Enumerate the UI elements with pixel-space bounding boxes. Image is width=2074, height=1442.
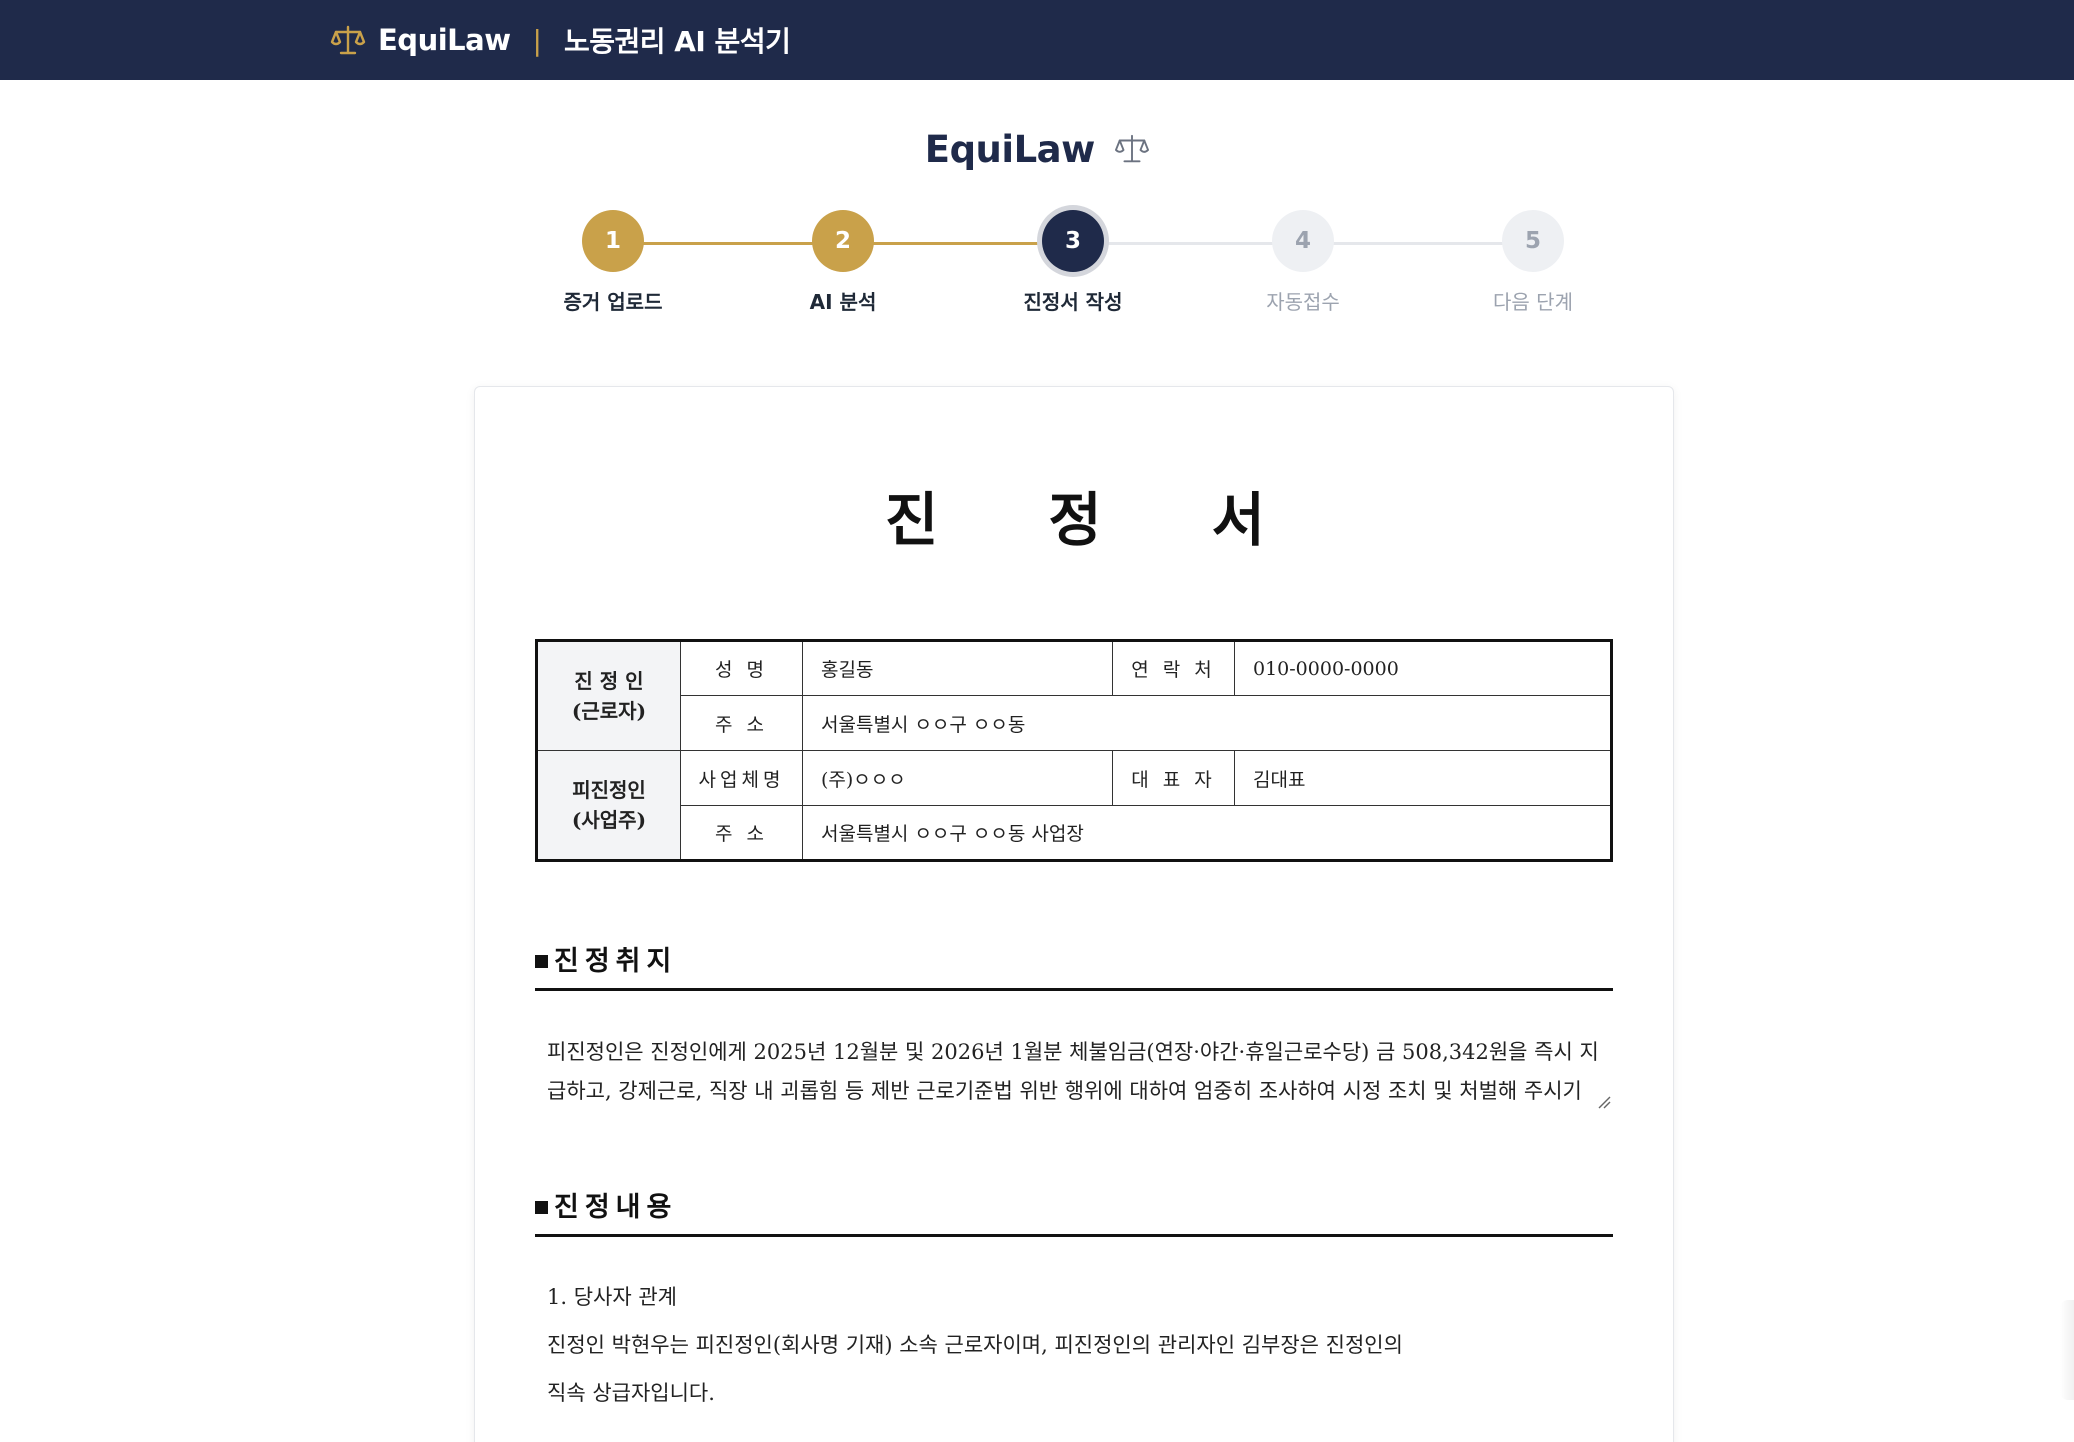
- step-label: 진정서 작성: [1023, 290, 1123, 314]
- table-row: 주 소 서울특별시 ㅇㅇ구 ㅇㅇ동: [537, 695, 1612, 751]
- step-auto-filing[interactable]: 4 자동접수: [1203, 210, 1403, 315]
- progress-stepper: 1 증거 업로드 2 AI 분석 3 진정서 작성 4 자동접수 5 다음 단계: [0, 210, 2074, 320]
- content-paragraph-line: 직속 상급자입니다.: [547, 1381, 715, 1405]
- representative-key: 대 표 자: [1112, 750, 1235, 806]
- respondent-group-label: 피진정인 (사업주): [536, 750, 681, 861]
- top-navigation-bar: EquiLaw | 노동권리 AI 분석기: [0, 0, 2074, 80]
- business-field[interactable]: (주)ㅇㅇㅇ: [802, 750, 1113, 806]
- brand-separator: |: [532, 23, 542, 57]
- complainant-address-field[interactable]: 서울특별시 ㅇㅇ구 ㅇㅇ동: [802, 695, 1612, 751]
- name-field[interactable]: 홍길동: [802, 640, 1113, 696]
- purpose-text: 피진정인은 진정인에게 2025년 12월분 및 2026년 1월분 체불임금(…: [547, 1040, 1599, 1103]
- parties-table: 진 정 인 (근로자) 성 명 홍길동 연 락 처 010-0000-0000 …: [535, 639, 1613, 862]
- page-title: EquiLaw: [0, 128, 2074, 171]
- purpose-textarea[interactable]: 피진정인은 진정인에게 2025년 12월분 및 2026년 1월분 체불임금(…: [535, 1023, 1613, 1111]
- step-label: AI 분석: [809, 290, 877, 314]
- group-label-line: (사업주): [571, 808, 647, 832]
- step-number: 4: [1272, 210, 1334, 272]
- address-key: 주 소: [680, 695, 803, 751]
- content-body[interactable]: 1. 당사자 관계 진정인 박현우는 피진정인(회사명 기재) 소속 근로자이며…: [547, 1273, 1607, 1417]
- step-label: 자동접수: [1266, 290, 1340, 314]
- name-key: 성 명: [680, 640, 803, 696]
- step-number: 3: [1042, 210, 1104, 272]
- group-label-line: 진 정 인: [574, 669, 644, 693]
- scale-icon: [330, 25, 366, 55]
- table-row: 피진정인 (사업주) 사업체명 (주)ㅇㅇㅇ 대 표 자 김대표: [536, 750, 1612, 861]
- square-bullet-icon: [535, 955, 548, 968]
- step-petition-writing[interactable]: 3 진정서 작성: [973, 210, 1173, 315]
- purpose-heading: 진정취지: [535, 939, 1613, 991]
- brand-name[interactable]: EquiLaw: [378, 23, 511, 57]
- content-paragraph-line: 진정인 박현우는 피진정인(회사명 기재) 소속 근로자이며, 피진정인의 관리…: [547, 1333, 1403, 1357]
- complainant-group-label: 진 정 인 (근로자): [536, 640, 681, 751]
- group-label-line: 피진정인: [572, 778, 646, 802]
- respondent-address-field[interactable]: 서울특별시 ㅇㅇ구 ㅇㅇ동 사업장: [802, 805, 1612, 861]
- contact-key: 연 락 처: [1112, 640, 1235, 696]
- page-title-text: EquiLaw: [924, 128, 1096, 171]
- scroll-edge: [2060, 1300, 2074, 1400]
- scale-icon: [1115, 134, 1150, 163]
- step-number: 5: [1502, 210, 1564, 272]
- representative-field[interactable]: 김대표: [1234, 750, 1612, 806]
- address-key: 주 소: [680, 805, 803, 861]
- purpose-heading-text: 진정취지: [554, 946, 678, 977]
- step-ai-analysis[interactable]: 2 AI 분석: [743, 210, 943, 315]
- group-label-line: (근로자): [571, 699, 647, 723]
- content-subheading: 1. 당사자 관계: [547, 1285, 677, 1309]
- table-row: 주 소 서울특별시 ㅇㅇ구 ㅇㅇ동 사업장: [537, 805, 1612, 861]
- step-number: 2: [812, 210, 874, 272]
- contact-field[interactable]: 010-0000-0000: [1234, 640, 1612, 696]
- step-evidence-upload[interactable]: 1 증거 업로드: [513, 210, 713, 315]
- step-number: 1: [582, 210, 644, 272]
- table-row: 진 정 인 (근로자) 성 명 홍길동 연 락 처 010-0000-0000: [536, 640, 1612, 751]
- content-heading-text: 진정내용: [554, 1192, 678, 1223]
- document-title: 진정서: [884, 486, 1376, 554]
- petition-document: 진정서 진 정 인 (근로자) 성 명 홍길동 연 락 처 010-0000-0…: [474, 386, 1674, 1442]
- step-label: 증거 업로드: [563, 290, 663, 314]
- app-subtitle: 노동권리 AI 분석기: [563, 25, 791, 58]
- resize-handle-icon[interactable]: [1597, 1095, 1611, 1109]
- step-label: 다음 단계: [1493, 290, 1573, 314]
- step-next[interactable]: 5 다음 단계: [1433, 210, 1633, 315]
- content-heading: 진정내용: [535, 1185, 1613, 1237]
- business-key: 사업체명: [680, 750, 803, 806]
- square-bullet-icon: [535, 1201, 548, 1214]
